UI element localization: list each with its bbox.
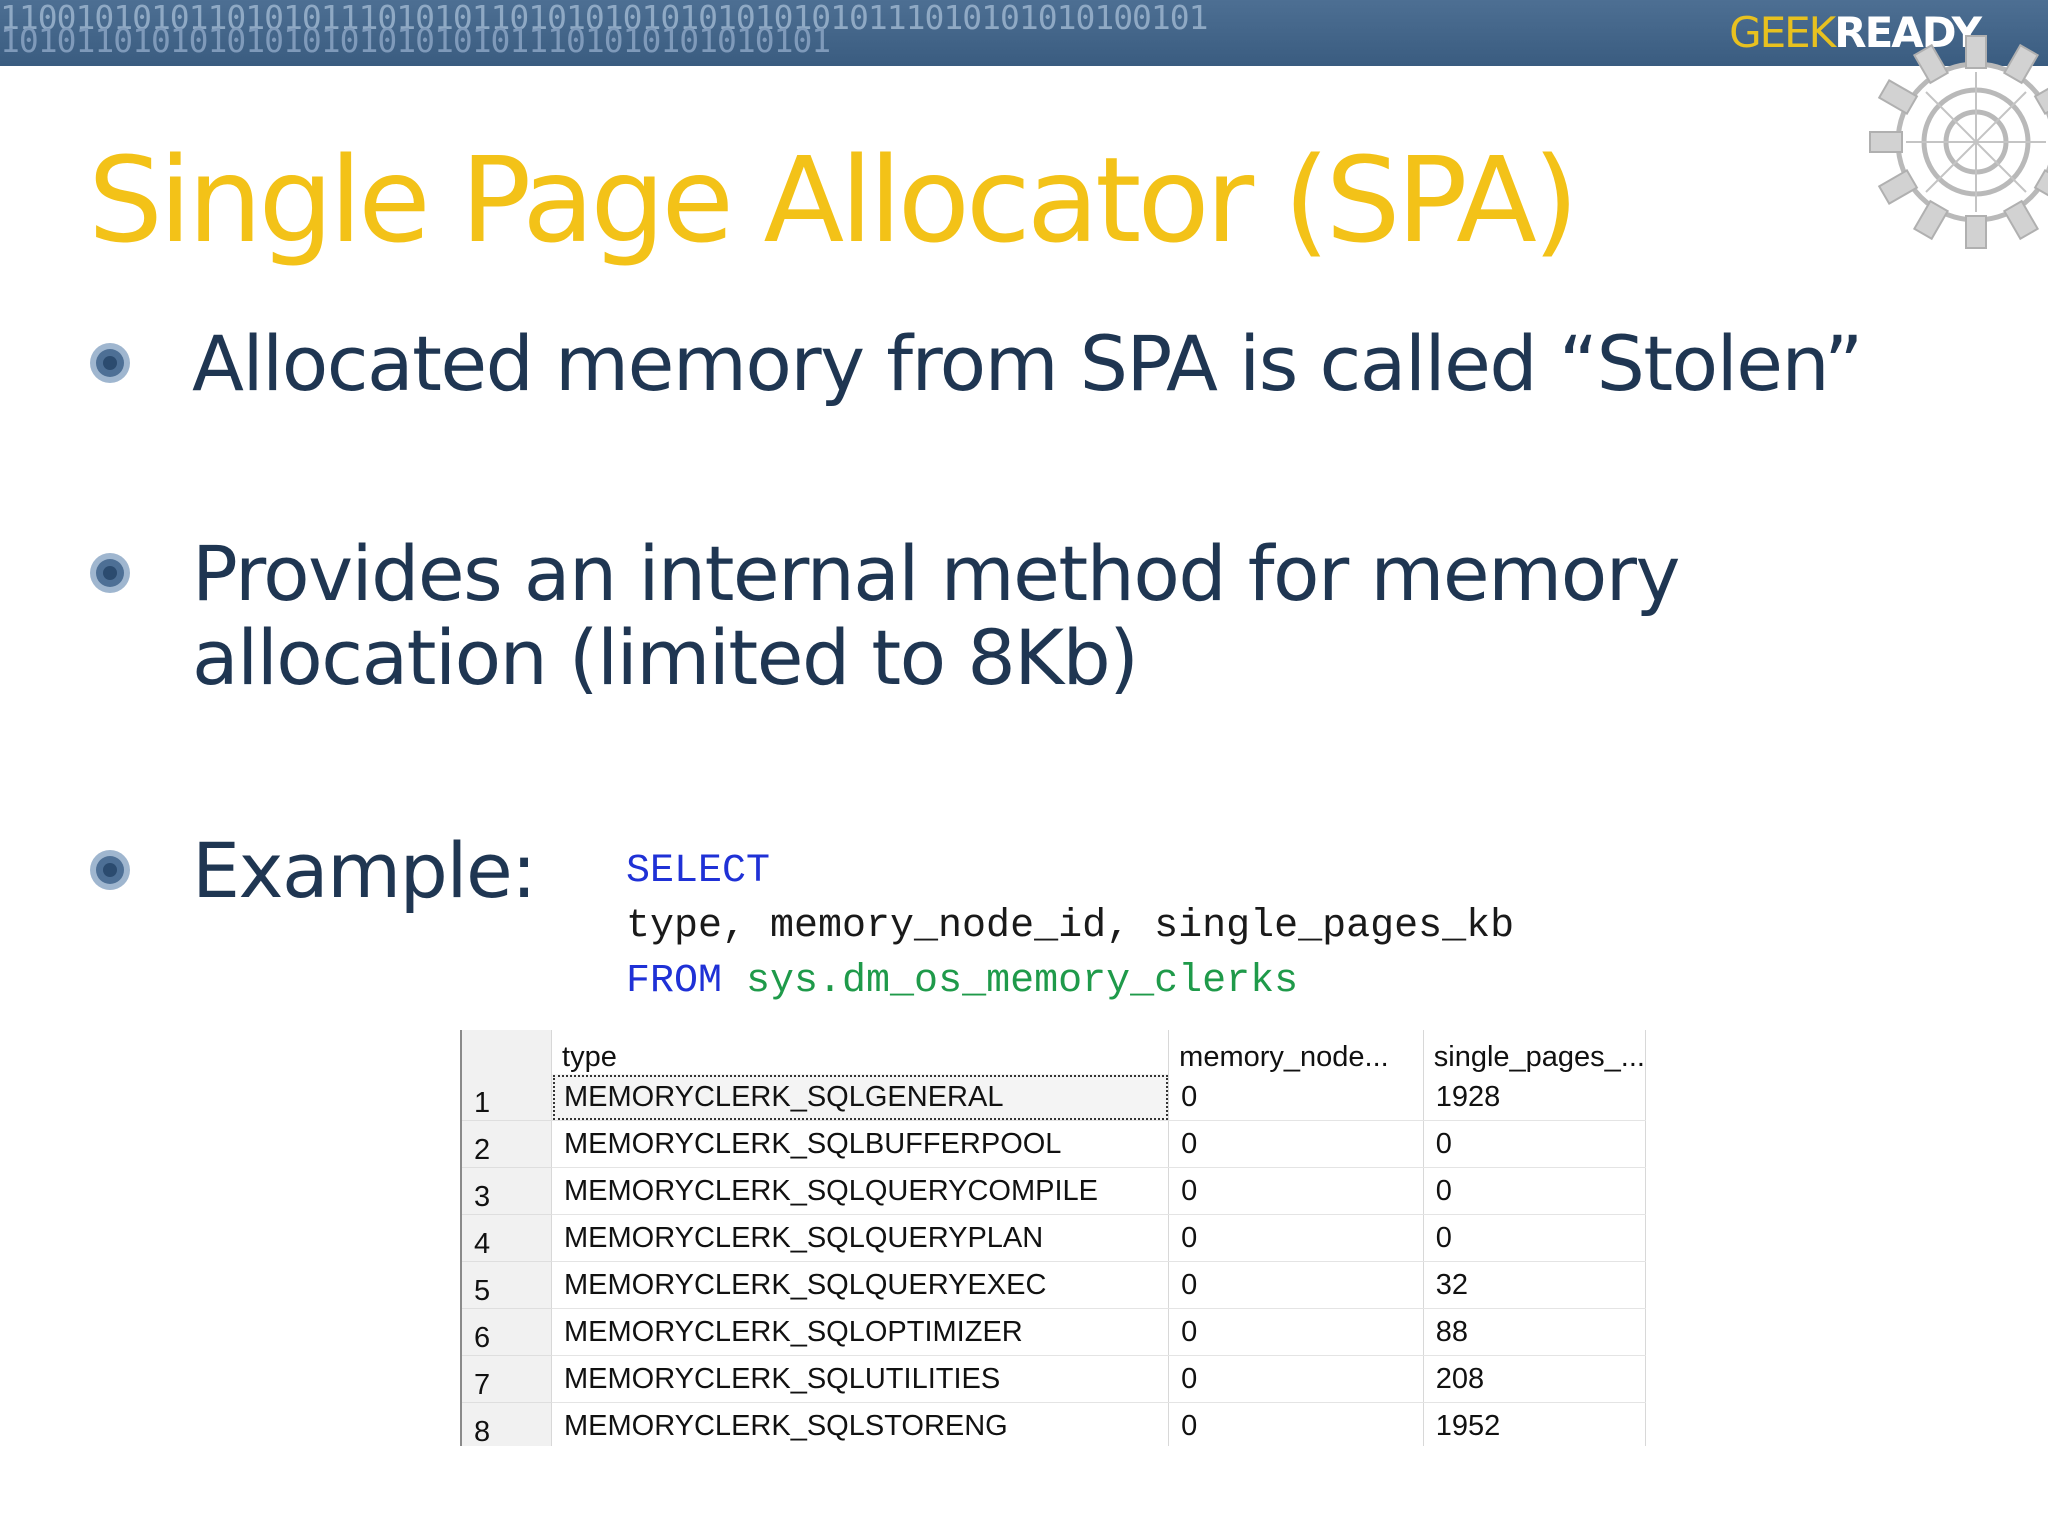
column-header-single-pages[interactable]: single_pages_... — [1423, 1030, 1646, 1074]
bullet-icon — [90, 850, 130, 890]
header-banner: 1100101010110101011101010110101010101010… — [0, 0, 2048, 66]
gear-icon — [1869, 35, 2048, 249]
row-number[interactable]: 7 — [462, 1355, 553, 1403]
table-row[interactable]: 2 MEMORYCLERK_SQLBUFFERPOOL 0 0 — [462, 1120, 1646, 1168]
cell-type[interactable]: MEMORYCLERK_SQLQUERYCOMPILE — [551, 1167, 1170, 1215]
cell-single-pages[interactable]: 208 — [1423, 1355, 1646, 1403]
cell-memory-node[interactable]: 0 — [1168, 1074, 1424, 1121]
bullet-line: Example: — [192, 826, 537, 915]
table-row[interactable]: 6 MEMORYCLERK_SQLOPTIMIZER 0 88 — [462, 1308, 1646, 1356]
results-table: type memory_node... single_pages_... 1 M… — [462, 1030, 1646, 1446]
row-number[interactable]: 1 — [462, 1074, 553, 1121]
cell-type[interactable]: MEMORYCLERK_SQLOPTIMIZER — [551, 1308, 1170, 1356]
table-row[interactable]: 1 MEMORYCLERK_SQLGENERAL 0 1928 — [462, 1074, 1646, 1121]
cell-single-pages[interactable]: 88 — [1423, 1308, 1646, 1356]
cell-type[interactable]: MEMORYCLERK_SQLGENERAL — [551, 1074, 1170, 1121]
results-header-row: type memory_node... single_pages_... — [462, 1030, 1646, 1074]
row-number[interactable]: 6 — [462, 1308, 553, 1356]
row-number[interactable]: 2 — [462, 1120, 553, 1168]
table-row[interactable]: 7 MEMORYCLERK_SQLUTILITIES 0 208 — [462, 1355, 1646, 1403]
results-grid: type memory_node... single_pages_... 1 M… — [460, 1030, 1646, 1446]
column-header-memory-node[interactable]: memory_node... — [1168, 1030, 1424, 1074]
column-header-type[interactable]: type — [551, 1030, 1170, 1074]
cell-memory-node[interactable]: 0 — [1168, 1167, 1424, 1215]
bullet-stolen-memory: Allocated memory from SPA is called “Sto… — [192, 319, 1863, 408]
cell-single-pages[interactable]: 1952 — [1423, 1402, 1646, 1446]
sql-object-name: sys.dm_os_memory_clerks — [746, 959, 1299, 1004]
row-number[interactable]: 8 — [462, 1402, 553, 1446]
cell-type[interactable]: MEMORYCLERK_SQLSTORENG — [551, 1402, 1170, 1446]
bullet-icon — [90, 343, 130, 383]
row-number-header[interactable] — [462, 1030, 553, 1074]
table-row[interactable]: 5 MEMORYCLERK_SQLQUERYEXEC 0 32 — [462, 1261, 1646, 1309]
sql-column-list: type, memory_node_id, single_pages_kb — [626, 904, 1515, 949]
cell-memory-node[interactable]: 0 — [1168, 1355, 1424, 1403]
cell-memory-node[interactable]: 0 — [1168, 1120, 1424, 1168]
bullet-icon — [90, 553, 130, 593]
cell-memory-node[interactable]: 0 — [1168, 1308, 1424, 1356]
cell-type[interactable]: MEMORYCLERK_SQLQUERYPLAN — [551, 1214, 1170, 1262]
sql-keyword-from: FROM — [626, 959, 723, 1004]
cell-type[interactable]: MEMORYCLERK_SQLUTILITIES — [551, 1355, 1170, 1403]
bullet-internal-method: Provides an internal method for memory a… — [192, 529, 1680, 702]
row-number[interactable]: 4 — [462, 1214, 553, 1262]
logo-geek-text: GEEK — [1729, 8, 1836, 57]
sql-keyword-select: SELECT — [626, 849, 771, 894]
table-row[interactable]: 3 MEMORYCLERK_SQLQUERYCOMPILE 0 0 — [462, 1167, 1646, 1215]
bullet-example: Example: — [192, 826, 537, 915]
cell-single-pages[interactable]: 32 — [1423, 1261, 1646, 1309]
binary-pattern-line-2: 1010110101010101010101010101110101010101… — [0, 21, 831, 60]
cell-type[interactable]: MEMORYCLERK_SQLBUFFERPOOL — [551, 1120, 1170, 1168]
table-row[interactable]: 8 MEMORYCLERK_SQLSTORENG 0 1952 — [462, 1402, 1646, 1446]
cell-memory-node[interactable]: 0 — [1168, 1402, 1424, 1446]
cell-memory-node[interactable]: 0 — [1168, 1261, 1424, 1309]
cell-single-pages[interactable]: 0 — [1423, 1120, 1646, 1168]
cell-single-pages[interactable]: 0 — [1423, 1214, 1646, 1262]
bullet-line: Allocated memory from SPA is called “Sto… — [192, 319, 1863, 408]
cell-memory-node[interactable]: 0 — [1168, 1214, 1424, 1262]
cell-type[interactable]: MEMORYCLERK_SQLQUERYEXEC — [551, 1261, 1170, 1309]
row-number[interactable]: 5 — [462, 1261, 553, 1309]
bullet-line: Provides an internal method for memory — [192, 529, 1680, 618]
row-number[interactable]: 3 — [462, 1167, 553, 1215]
sql-code-block: SELECT type, memory_node_id, single_page… — [626, 844, 1514, 1009]
slide-title: Single Page Allocator (SPA) — [88, 131, 1579, 269]
table-row[interactable]: 4 MEMORYCLERK_SQLQUERYPLAN 0 0 — [462, 1214, 1646, 1262]
bullet-line: allocation (limited to 8Kb) — [192, 613, 1139, 702]
cell-single-pages[interactable]: 0 — [1423, 1167, 1646, 1215]
cell-single-pages[interactable]: 1928 — [1423, 1074, 1646, 1121]
